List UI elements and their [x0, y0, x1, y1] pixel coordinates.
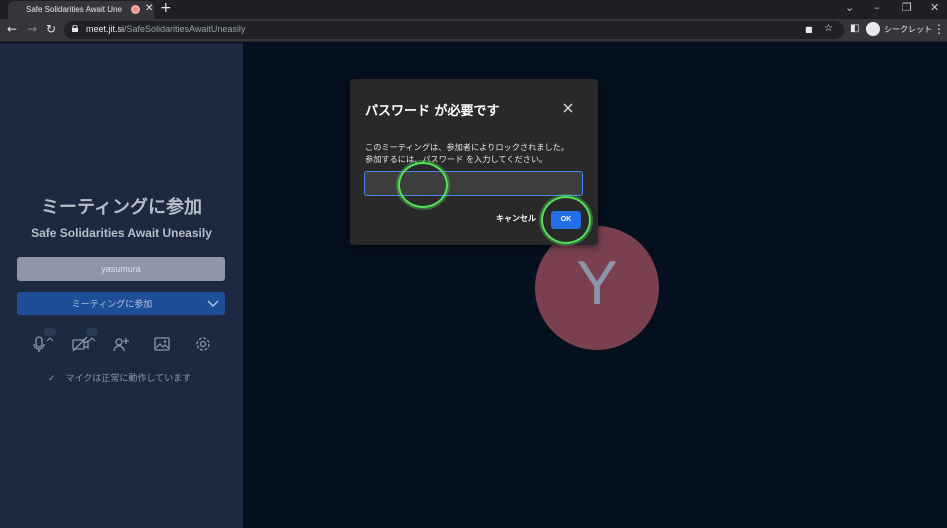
join-meeting-label: ミーティングに参加 — [71, 300, 153, 310]
microphone-icon[interactable] — [29, 334, 49, 354]
incognito-profile-button[interactable]: シークレット — [866, 22, 932, 38]
camera-icon[interactable]: ■ — [805, 25, 813, 34]
recording-indicator-icon — [131, 5, 140, 14]
mic-status-text: マイクは正常に動作しています — [65, 374, 192, 384]
dialog-message: このミーティングは、参加者によりロックされました。 参加するには、パスワード を… — [365, 141, 590, 165]
dialog-message-line2: 参加するには、パスワード を入力してください。 — [365, 154, 548, 164]
browser-tab[interactable]: Safe Solidarities Await Uneasily ✕ — [8, 1, 154, 19]
incognito-label: シークレット — [884, 25, 932, 34]
camera-off-icon[interactable] — [70, 334, 90, 354]
cancel-button[interactable]: キャンセル — [496, 213, 536, 224]
browser-titlebar: Safe Solidarities Await Uneasily ✕ + ⌄ –… — [0, 0, 947, 19]
close-window-button[interactable]: ✕ — [930, 1, 939, 14]
address-bar[interactable]: meet.jit.si/SafeSolidaritiesAwaitUneasil… — [64, 21, 844, 39]
tab-title: Safe Solidarities Await Uneasily — [26, 5, 122, 14]
check-icon: ✓ — [48, 374, 56, 384]
settings-gear-icon[interactable] — [193, 334, 213, 354]
click-indicator-ok — [541, 196, 591, 244]
tab-search-icon[interactable]: ⌄ — [845, 1, 854, 14]
minimize-button[interactable]: – — [874, 1, 880, 14]
lock-icon — [72, 25, 78, 32]
click-indicator-password — [398, 162, 448, 208]
join-meeting-button[interactable]: ミーティングに参加 — [17, 292, 225, 315]
restore-button[interactable]: ❐ — [902, 1, 912, 14]
url-text: meet.jit.si/SafeSolidaritiesAwaitUneasil… — [86, 24, 246, 34]
prejoin-title: ミーティングに参加 — [41, 197, 202, 218]
virtual-background-icon[interactable] — [152, 334, 172, 354]
invite-people-icon[interactable] — [111, 334, 131, 354]
incognito-icon — [866, 22, 880, 36]
tab-close-button[interactable]: ✕ — [145, 3, 153, 14]
menu-icon[interactable]: ⋮ — [933, 22, 945, 36]
dialog-message-line1: このミーティングは、参加者によりロックされました。 — [365, 142, 570, 152]
side-panel-icon[interactable]: ◧ — [850, 23, 859, 34]
prejoin-panel: ミーティングに参加 Safe Solidarities Await Uneasi… — [0, 43, 243, 528]
back-button[interactable]: ← — [7, 22, 17, 36]
bookmark-star-icon[interactable]: ☆ — [824, 23, 833, 34]
display-name-field[interactable]: yasumura — [17, 257, 225, 281]
browser-toolbar: ← → ↻ meet.jit.si/SafeSolidaritiesAwaitU… — [0, 19, 947, 42]
avatar-initial: Y — [576, 249, 618, 318]
new-tab-button[interactable]: + — [160, 0, 172, 16]
mic-status: ✓ マイクは正常に動作しています — [48, 371, 191, 384]
chevron-down-icon[interactable] — [207, 297, 219, 309]
dialog-title: パスワード が必要です — [365, 104, 500, 119]
close-icon[interactable] — [562, 102, 574, 114]
forward-button[interactable]: → — [27, 22, 37, 36]
password-input[interactable] — [364, 171, 583, 196]
reload-button[interactable]: ↻ — [46, 22, 56, 36]
room-name: Safe Solidarities Await Uneasily — [31, 226, 212, 240]
